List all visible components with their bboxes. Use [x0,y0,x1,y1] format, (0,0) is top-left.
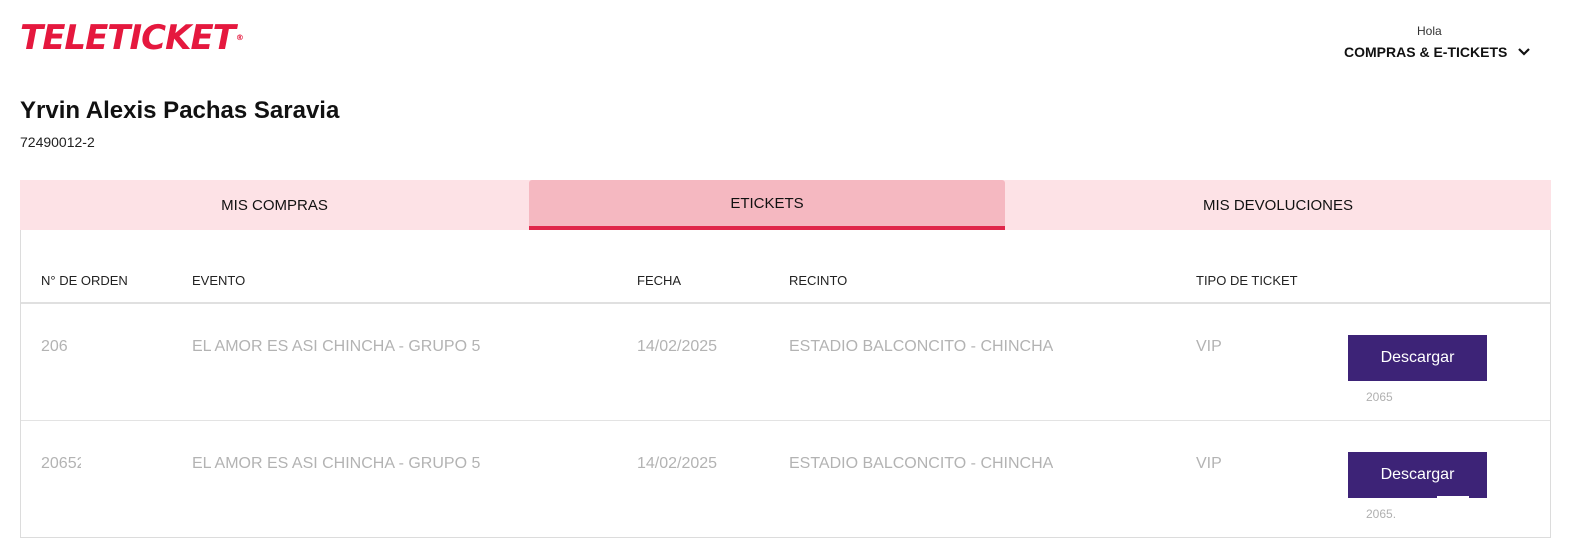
greeting-text: Hola [1417,24,1442,38]
column-header-ticket-type: TIPO DE TICKET [1196,273,1298,288]
account-menu-label: COMPRAS & E-TICKETS [1344,44,1508,60]
tab-mis-devoluciones[interactable]: MIS DEVOLUCIONES [1005,180,1551,230]
teleticket-logo[interactable]: TELETICKET® [20,16,244,60]
tab-bar: MIS COMPRAS ETICKETS MIS DEVOLUCIONES [20,180,1551,230]
column-header-date: FECHA [637,273,682,288]
table-row: 206 EL AMOR ES ASI CHINCHA - GRUPO 5 14/… [21,304,1550,421]
user-document: 72490012-2 [20,134,95,150]
etickets-table: N° DE ORDEN EVENTO FECHA RECINTO TIPO DE… [20,230,1551,538]
order-number: 20652 [41,455,81,472]
venue-name: ESTADIO BALCONCITO - CHINCHA [789,455,1054,472]
table-header: N° DE ORDEN EVENTO FECHA RECINTO TIPO DE… [21,230,1550,304]
download-button[interactable]: Descargar [1348,335,1487,381]
event-name: EL AMOR ES ASI CHINCHA - GRUPO 5 [192,338,481,355]
event-name: EL AMOR ES ASI CHINCHA - GRUPO 5 [192,455,481,472]
venue-name: ESTADIO BALCONCITO - CHINCHA [789,338,1054,355]
column-header-venue: RECINTO [789,273,848,288]
ticket-type: VIP [1196,455,1222,472]
tab-etickets[interactable]: ETICKETS [529,180,1005,230]
order-number: 206 [41,338,67,355]
column-header-event: EVENTO [192,273,246,288]
logo-text: TELETICKET [20,18,236,58]
download-button[interactable]: Descargar [1348,452,1487,498]
account-menu-button[interactable]: COMPRAS & E-TICKETS [1344,44,1531,60]
event-date: 14/02/2025 [637,455,718,472]
tab-mis-compras[interactable]: MIS COMPRAS [20,180,529,230]
redaction-mark [1437,496,1469,500]
column-header-order: N° DE ORDEN [41,273,128,288]
chevron-down-icon [1518,48,1531,56]
ticket-code: 2065. [1366,507,1397,521]
user-name: Yrvin Alexis Pachas Saravia [20,97,340,124]
ticket-code: 2065 [1366,390,1393,404]
table-row: 20652 EL AMOR ES ASI CHINCHA - GRUPO 5 1… [21,421,1550,537]
event-date: 14/02/2025 [637,338,718,355]
ticket-type: VIP [1196,338,1222,355]
